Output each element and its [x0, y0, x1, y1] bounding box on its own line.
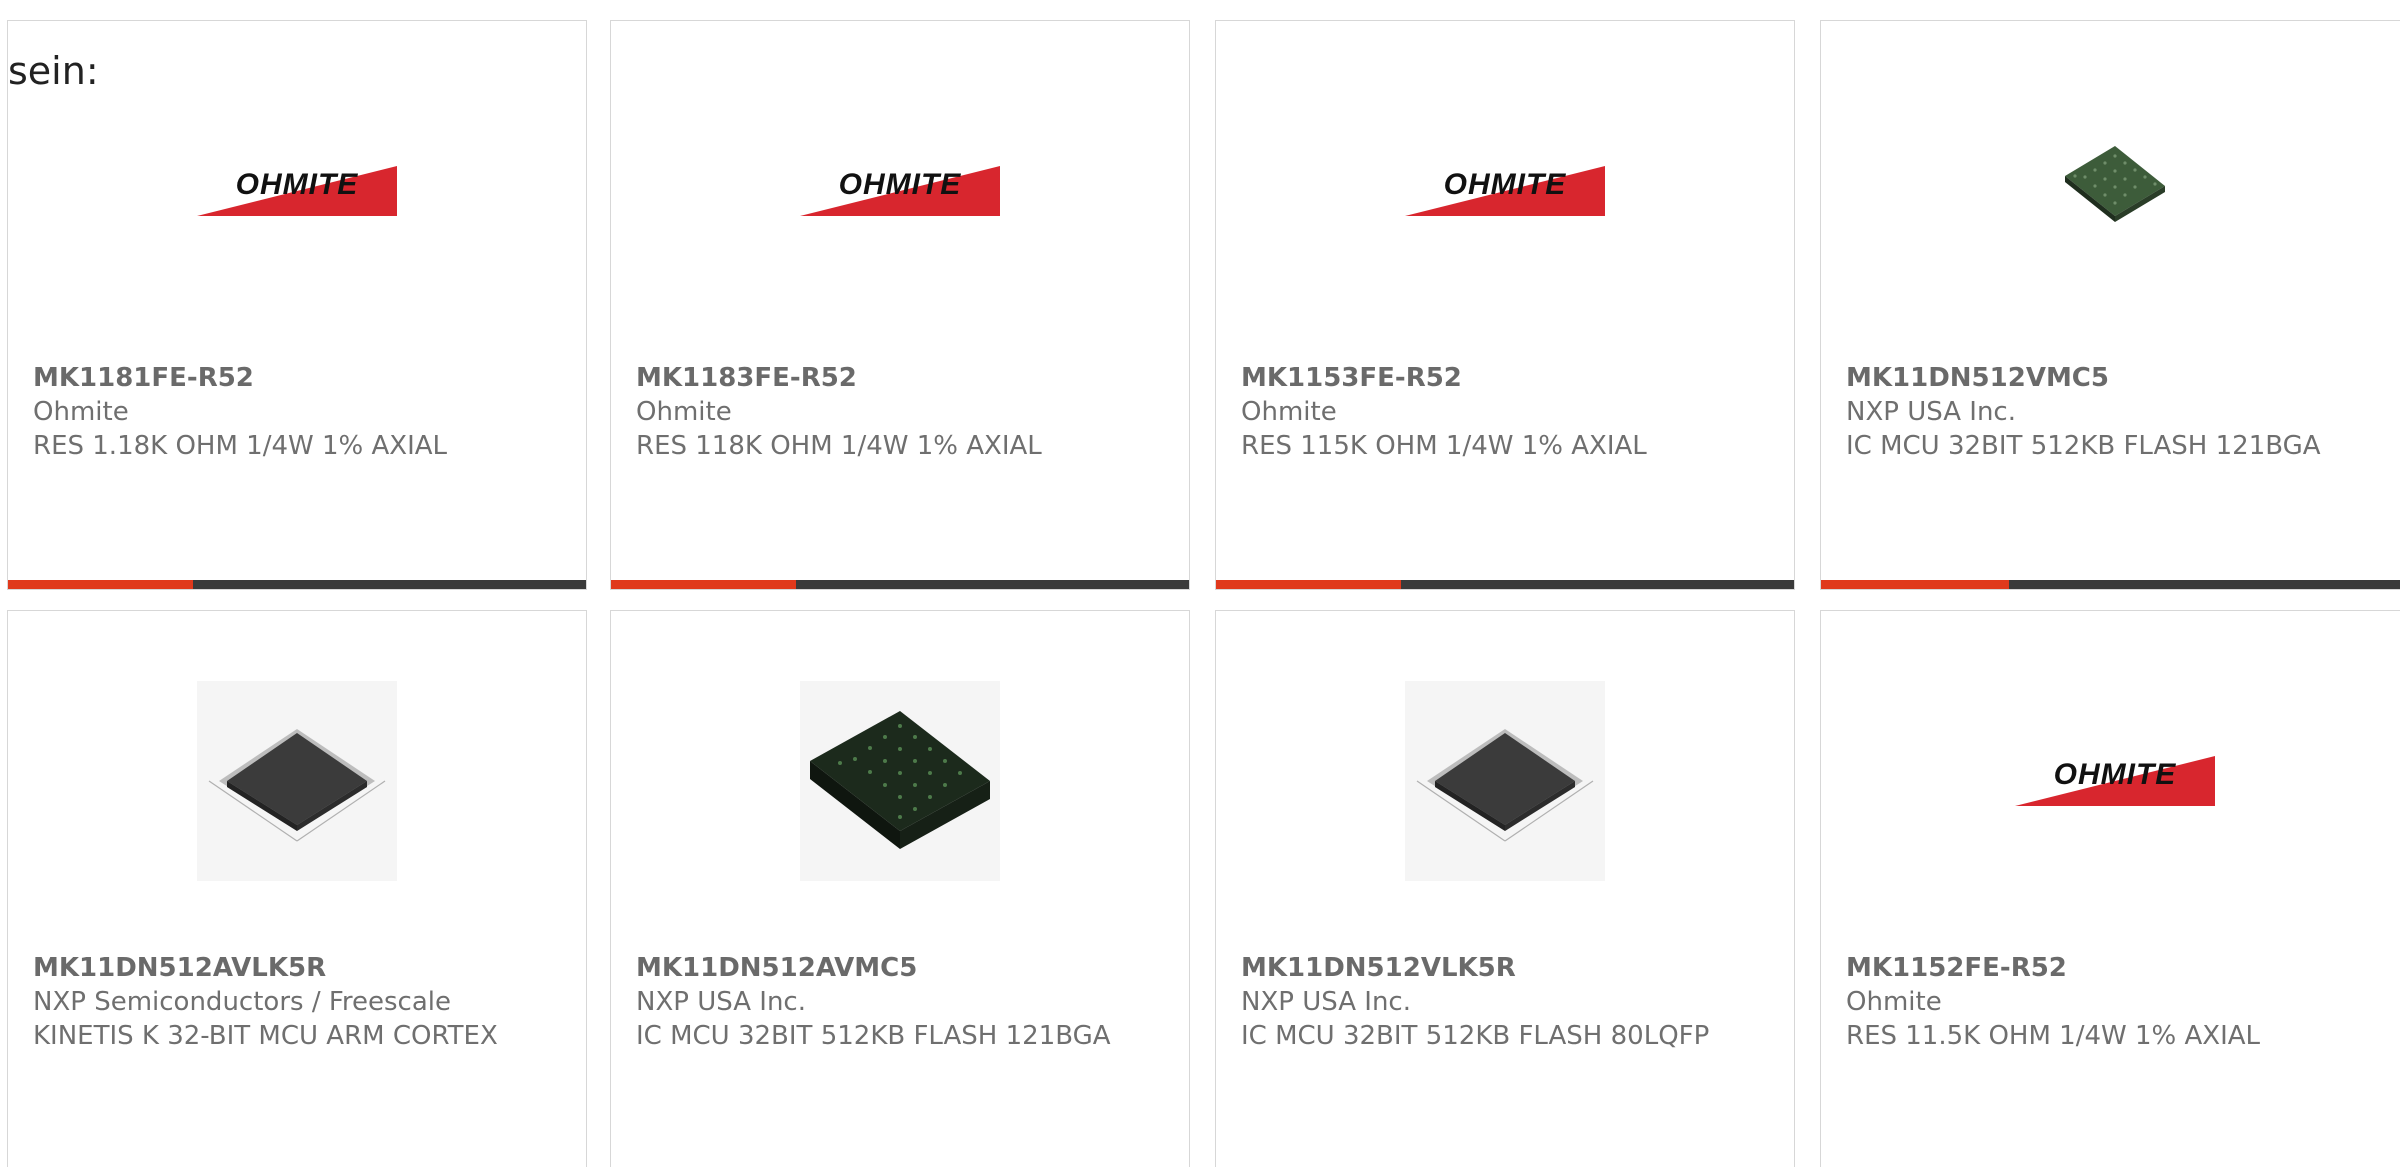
ohmite-logo-icon: OHMITE — [1405, 166, 1605, 216]
product-image[interactable]: OHMITE — [197, 91, 397, 291]
logo-text: OHMITE — [2054, 758, 2177, 791]
description: IC MCU 32BIT 512KB FLASH 121BGA — [1846, 431, 2321, 461]
product-image[interactable]: OHMITE — [1405, 91, 1605, 291]
description: RES 115K OHM 1/4W 1% AXIAL — [1241, 431, 1647, 461]
part-number-link[interactable]: MK1152FE-R52 — [1846, 951, 2389, 985]
part-number-link[interactable]: MK1183FE-R52 — [636, 361, 1169, 395]
bga-chip-icon — [810, 711, 990, 849]
product-image[interactable]: OHMITE — [800, 91, 1000, 291]
product-image[interactable] — [197, 681, 397, 881]
manufacturer: Ohmite — [1241, 397, 1337, 427]
manufacturer: Ohmite — [33, 397, 129, 427]
progress-bar — [8, 580, 586, 589]
part-number-link[interactable]: MK11DN512VMC5 — [1846, 361, 2389, 395]
ohmite-logo-icon: OHMITE — [197, 166, 397, 216]
ohmite-logo-icon: OHMITE — [800, 166, 1000, 216]
logo-text: OHMITE — [236, 168, 359, 201]
part-number-link[interactable]: MK11DN512VLK5R — [1241, 951, 1774, 985]
product-image[interactable] — [800, 681, 1000, 881]
product-card[interactable]: MK11DN512AVLK5R NXP Semiconductors / Fre… — [7, 610, 587, 1167]
product-image[interactable]: OHMITE — [2015, 681, 2215, 881]
manufacturer: NXP USA Inc. — [1241, 987, 1411, 1017]
description: KINETIS K 32-BIT MCU ARM CORTEX — [33, 1021, 498, 1051]
description: IC MCU 32BIT 512KB FLASH 80LQFP — [1241, 1021, 1710, 1051]
product-image[interactable] — [1405, 681, 1605, 881]
product-card[interactable]: MK11DN512VMC5 NXP USA Inc. IC MCU 32BIT … — [1820, 20, 2400, 590]
product-grid-page: sein: OHMITE MK1181FE-R52 Ohmite RES 1.1… — [0, 0, 2400, 1167]
product-card[interactable]: OHMITE MK1153FE-R52 Ohmite RES 115K OHM … — [1215, 20, 1795, 590]
manufacturer: NXP USA Inc. — [636, 987, 806, 1017]
lqfp-chip-icon — [208, 729, 386, 842]
lqfp-chip-icon — [1416, 729, 1594, 842]
progress-fill — [1821, 580, 2010, 589]
product-image[interactable] — [2015, 91, 2215, 291]
progress-fill — [1216, 580, 1401, 589]
product-card[interactable]: OHMITE MK1183FE-R52 Ohmite RES 118K OHM … — [610, 20, 1190, 590]
intro-text: sein: — [8, 49, 99, 93]
description: RES 11.5K OHM 1/4W 1% AXIAL — [1846, 1021, 2261, 1051]
description: IC MCU 32BIT 512KB FLASH 121BGA — [636, 1021, 1111, 1051]
progress-bar — [1821, 580, 2400, 589]
product-card[interactable]: OHMITE MK1152FE-R52 Ohmite RES 11.5K OHM… — [1820, 610, 2400, 1167]
part-number-link[interactable]: MK1153FE-R52 — [1241, 361, 1774, 395]
progress-bar — [1216, 580, 1794, 589]
manufacturer: Ohmite — [636, 397, 732, 427]
logo-text: OHMITE — [1444, 168, 1567, 201]
logo-text: OHMITE — [839, 168, 962, 201]
progress-fill — [611, 580, 796, 589]
part-number-link[interactable]: MK1181FE-R52 — [33, 361, 566, 395]
manufacturer: Ohmite — [1846, 987, 1942, 1017]
progress-fill — [8, 580, 193, 589]
product-card[interactable]: OHMITE MK1181FE-R52 Ohmite RES 1.18K OHM… — [7, 20, 587, 590]
progress-bar — [611, 580, 1189, 589]
part-number-link[interactable]: MK11DN512AVMC5 — [636, 951, 1169, 985]
bga-chip-icon — [2065, 146, 2165, 222]
manufacturer: NXP Semiconductors / Freescale — [33, 987, 452, 1017]
ohmite-logo-icon: OHMITE — [2015, 756, 2215, 806]
product-card[interactable]: MK11DN512AVMC5 NXP USA Inc. IC MCU 32BIT… — [610, 610, 1190, 1167]
part-number-link[interactable]: MK11DN512AVLK5R — [33, 951, 566, 985]
product-card[interactable]: MK11DN512VLK5R NXP USA Inc. IC MCU 32BIT… — [1215, 610, 1795, 1167]
description: RES 1.18K OHM 1/4W 1% AXIAL — [33, 431, 448, 461]
manufacturer: NXP USA Inc. — [1846, 397, 2016, 427]
description: RES 118K OHM 1/4W 1% AXIAL — [636, 431, 1042, 461]
